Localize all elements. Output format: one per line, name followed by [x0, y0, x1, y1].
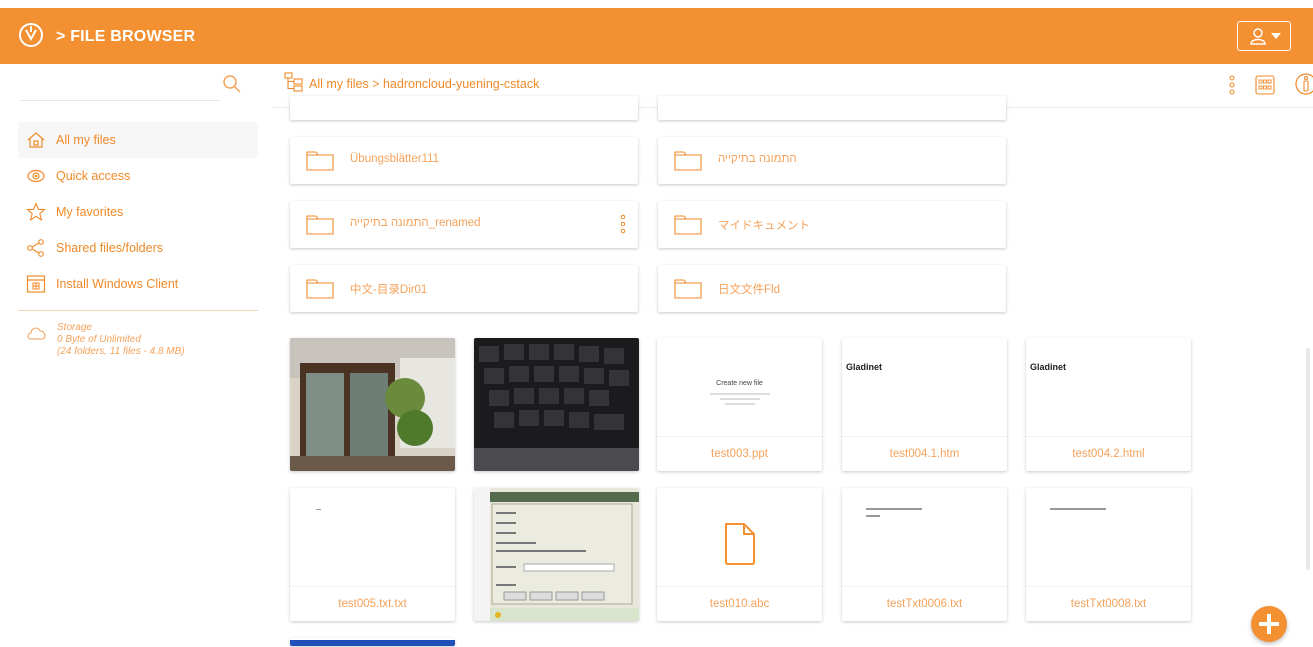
add-button[interactable]: [1251, 606, 1287, 642]
eye-icon: [27, 169, 45, 183]
folder-icon: [306, 215, 334, 235]
photo-thumbnail: [474, 338, 639, 471]
info-icon[interactable]: [1294, 72, 1313, 96]
folder-icon: [306, 279, 334, 299]
folder-name: Übungsblätter111: [350, 153, 440, 165]
windows-client-icon: [26, 275, 46, 293]
sidebar-item-label: Quick access: [56, 169, 131, 183]
folder-name: 日文文件Fld: [718, 284, 780, 296]
plus-icon: [1259, 614, 1279, 634]
document-icon: [725, 523, 755, 565]
folder-name: התמונה בתיקייה: [718, 153, 797, 165]
screenshot-thumbnail: [474, 488, 639, 621]
photo-thumbnail: [290, 338, 455, 471]
file-preview: Gladinet: [1026, 338, 1191, 436]
file-preview: [1026, 488, 1191, 586]
file-tile[interactable]: Gladinet test004.1.htm: [842, 338, 1007, 471]
sidebar-item-label: Shared files/folders: [56, 241, 164, 255]
file-name: test003.ppt: [657, 436, 822, 471]
sidebar-item-install-windows-client[interactable]: Install Windows Client: [18, 266, 258, 302]
folder-menu-icon[interactable]: [620, 214, 626, 234]
folder-card-partial[interactable]: [290, 96, 638, 120]
folder-icon: [674, 215, 702, 235]
preview-text: Gladinet: [1030, 362, 1067, 372]
file-tile[interactable]: Gladinet test004.2.html: [1026, 338, 1191, 471]
file-preview: Create new file: [657, 338, 822, 436]
sidebar-item-label: My favorites: [56, 205, 124, 219]
storage-usage: 0 Byte of Unlimited: [57, 334, 141, 345]
sidebar-item-label: All my files: [56, 133, 116, 147]
file-tile[interactable]: testTxt0008.txt: [1026, 488, 1191, 621]
file-preview: Gladinet: [842, 338, 1007, 436]
top-bar: > FILE BROWSER: [0, 8, 1313, 64]
chevron-down-icon: [1270, 33, 1281, 39]
file-name: test005.txt.txt: [290, 586, 455, 621]
search-icon[interactable]: [222, 74, 242, 94]
preview-text: Gladinet: [846, 362, 883, 372]
file-name: testTxt0008.txt: [1026, 586, 1191, 621]
folder-card[interactable]: התמונה בתיקייה: [658, 137, 1006, 184]
file-name: test004.2.html: [1026, 436, 1191, 471]
sidebar-item-my-favorites[interactable]: My favorites: [18, 194, 258, 230]
file-preview: [657, 488, 822, 586]
sidebar-item-shared-files[interactable]: Shared files/folders: [18, 230, 258, 266]
vertical-scrollbar[interactable]: [1306, 348, 1310, 570]
folder-card[interactable]: 日文文件Fld: [658, 265, 1006, 312]
home-icon: [27, 132, 45, 148]
file-tile[interactable]: test005.txt.txt: [290, 488, 455, 621]
cloud-icon: [27, 327, 46, 340]
file-tile[interactable]: [474, 338, 639, 471]
app-logo-icon[interactable]: [18, 22, 44, 48]
folder-icon: [674, 279, 702, 299]
user-menu-button[interactable]: [1237, 21, 1291, 51]
file-preview: [842, 488, 1007, 586]
star-icon: [26, 202, 46, 222]
folder-card[interactable]: Übungsblätter111: [290, 137, 638, 184]
folder-card[interactable]: マイドキュメント: [658, 201, 1006, 248]
folder-icon: [674, 151, 702, 171]
file-tile[interactable]: Create new file test003.ppt: [657, 338, 822, 471]
sidebar-divider: [18, 310, 258, 311]
file-name: test004.1.htm: [842, 436, 1007, 471]
folder-card[interactable]: 中文-目录Dir01: [290, 265, 638, 312]
folder-card-partial[interactable]: [658, 96, 1006, 120]
app-title: > FILE BROWSER: [56, 28, 196, 45]
grid-view-icon[interactable]: [1255, 74, 1275, 96]
sidebar-item-all-my-files[interactable]: All my files: [18, 122, 258, 158]
search-input[interactable]: [20, 100, 220, 101]
share-icon: [27, 239, 44, 257]
file-tile[interactable]: testTxt0006.txt: [842, 488, 1007, 621]
folder-tree-icon[interactable]: [284, 72, 304, 92]
folder-name: 中文-目录Dir01: [350, 284, 428, 296]
breadcrumb[interactable]: All my files > hadroncloud-yuening-cstac…: [309, 77, 539, 91]
folder-card[interactable]: התמונה בתיקייה_renamed: [290, 201, 638, 248]
preview-text: Create new file: [716, 379, 763, 387]
sidebar-item-label: Install Windows Client: [56, 277, 179, 291]
file-preview: [290, 488, 455, 586]
folder-name: התמונה בתיקייה_renamed: [350, 217, 481, 229]
file-tile[interactable]: [290, 338, 455, 471]
file-tile[interactable]: test010.abc: [657, 488, 822, 621]
sidebar-nav: All my files Quick access My favorites S…: [18, 122, 258, 302]
user-icon: [1249, 28, 1266, 45]
storage-info: Storage 0 Byte of Unlimited (24 folders,…: [26, 322, 185, 358]
sidebar-item-quick-access[interactable]: Quick access: [18, 158, 258, 194]
storage-summary: (24 folders, 11 files - 4.8 MB): [57, 346, 185, 357]
folder-icon: [306, 151, 334, 171]
more-options-icon[interactable]: [1227, 74, 1237, 96]
file-tile-partial[interactable]: [290, 638, 455, 646]
storage-title: Storage: [57, 322, 93, 333]
folder-name: マイドキュメント: [718, 220, 810, 232]
file-name: test010.abc: [657, 586, 822, 621]
file-tile[interactable]: [474, 488, 639, 621]
file-name: testTxt0006.txt: [842, 586, 1007, 621]
